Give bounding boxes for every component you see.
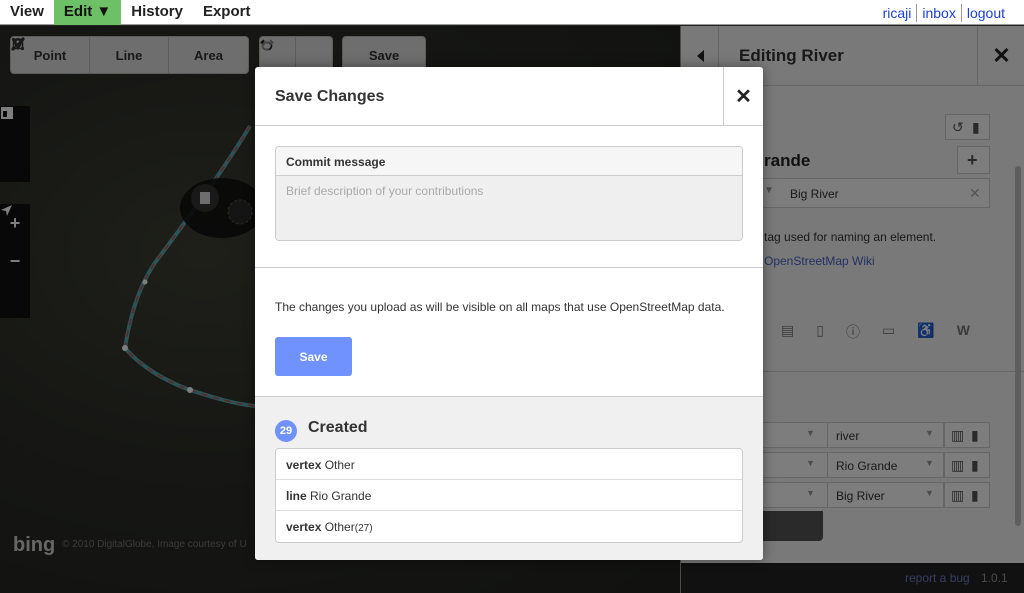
nav-right: ricaji inbox logout — [878, 0, 1010, 25]
commit-message-input[interactable] — [276, 176, 742, 240]
nav-history[interactable]: History — [121, 0, 193, 25]
save-button[interactable]: Save — [275, 337, 352, 376]
created-count-badge: 29 — [275, 420, 297, 442]
list-item[interactable]: line Rio Grande — [276, 480, 742, 511]
change-name: Other — [324, 520, 355, 534]
created-heading: Created — [308, 419, 368, 436]
list-item[interactable]: vertex Other(27) — [276, 511, 742, 542]
nav-left: View Edit ▼ History Export — [0, 0, 260, 25]
changes-section: 29 Created vertex Other line Rio Grande … — [255, 396, 763, 560]
commit-message-box: Commit message — [275, 146, 743, 241]
modal-divider — [255, 267, 763, 268]
user-link[interactable]: ricaji — [878, 5, 917, 21]
inbox-link[interactable]: inbox — [917, 5, 960, 21]
save-changes-modal: Save Changes ✕ Commit message The change… — [255, 67, 763, 560]
nav-export[interactable]: Export — [193, 0, 261, 25]
change-list: vertex Other line Rio Grande vertex Othe… — [275, 448, 743, 543]
modal-header: Save Changes ✕ — [255, 67, 763, 126]
close-icon: ✕ — [735, 86, 752, 108]
change-type: vertex — [286, 520, 322, 534]
upload-note: The changes you upload as will be visibl… — [275, 300, 725, 314]
top-nav: View Edit ▼ History Export ricaji inbox … — [0, 0, 1024, 25]
modal-title: Save Changes — [275, 88, 385, 105]
nav-edit[interactable]: Edit ▼ — [53, 0, 122, 25]
change-type: vertex — [286, 458, 322, 472]
nav-view[interactable]: View — [0, 0, 54, 25]
logout-link[interactable]: logout — [962, 5, 1010, 21]
change-name: Other — [324, 458, 355, 472]
commit-message-label: Commit message — [276, 147, 742, 176]
list-item[interactable]: vertex Other — [276, 449, 742, 480]
change-name: Rio Grande — [310, 489, 372, 503]
modal-close-button[interactable]: ✕ — [723, 67, 763, 126]
change-type: line — [286, 489, 307, 503]
change-count: (27) — [354, 523, 373, 534]
